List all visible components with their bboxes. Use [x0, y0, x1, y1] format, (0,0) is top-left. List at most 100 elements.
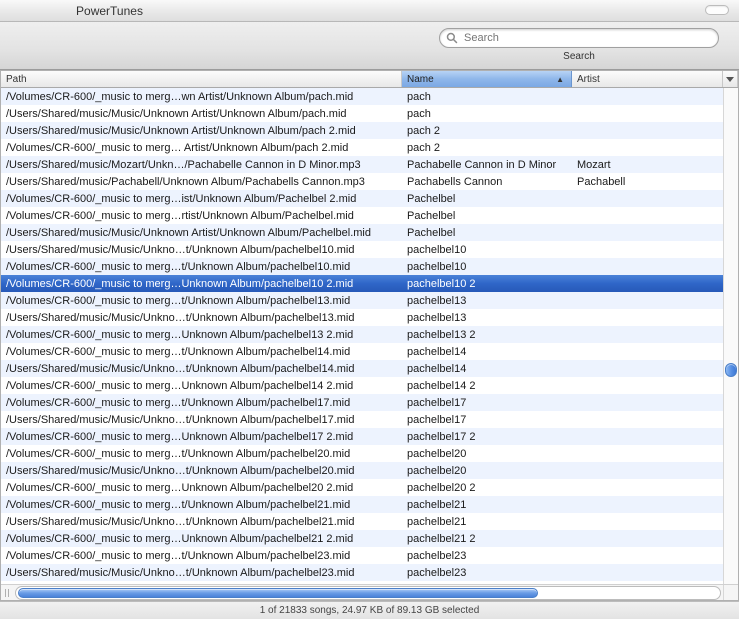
- cell-path: /Volumes/CR-600/_music to merg…Unknown A…: [1, 584, 402, 585]
- cell-path: /Volumes/CR-600/_music to merg…t/Unknown…: [1, 550, 402, 562]
- table-row[interactable]: /Volumes/CR-600/_music to merg…Unknown A…: [1, 479, 738, 496]
- table-row[interactable]: /Volumes/CR-600/_music to merg…wn Artist…: [1, 88, 738, 105]
- cell-name: pachelbel13: [402, 312, 572, 324]
- toolbar-toggle-button[interactable]: [705, 5, 729, 15]
- cell-name: pachelbel10 2: [402, 278, 572, 290]
- search-label: Search: [563, 51, 595, 62]
- cell-name: pachelbel20: [402, 448, 572, 460]
- cell-path: /Volumes/CR-600/_music to merg…t/Unknown…: [1, 346, 402, 358]
- cell-name: pachelbel23 2: [402, 584, 572, 585]
- cell-name: pachelbel21: [402, 499, 572, 511]
- table-row[interactable]: /Users/Shared/music/Music/Unknown Artist…: [1, 105, 738, 122]
- cell-path: /Users/Shared/music/Music/Unknown Artist…: [1, 125, 402, 137]
- cell-path: /Volumes/CR-600/_music to merg…t/Unknown…: [1, 295, 402, 307]
- cell-name: pachelbel20: [402, 465, 572, 477]
- column-header-name[interactable]: Name ▲: [402, 71, 572, 87]
- table-row[interactable]: /Users/Shared/music/Music/Unknown Artist…: [1, 224, 738, 241]
- cell-path: /Users/Shared/music/Music/Unknown Artist…: [1, 227, 402, 239]
- cell-name: pachelbel14: [402, 363, 572, 375]
- cell-path: /Volumes/CR-600/_music to merg…t/Unknown…: [1, 499, 402, 511]
- cell-path: /Users/Shared/music/Music/Unknown Artist…: [1, 108, 402, 120]
- scrollbar-thumb[interactable]: [725, 363, 737, 377]
- cell-path: /Volumes/CR-600/_music to merg…ist/Unkno…: [1, 193, 402, 205]
- table-row[interactable]: /Users/Shared/music/Music/Unkno…t/Unknow…: [1, 309, 738, 326]
- table-row[interactable]: /Users/Shared/music/Music/Unkno…t/Unknow…: [1, 462, 738, 479]
- cell-path: /Users/Shared/music/Music/Unkno…t/Unknow…: [1, 414, 402, 426]
- main-area: Path Name ▲ Artist /Volumes/CR-600/_musi…: [0, 70, 739, 601]
- vertical-scrollbar[interactable]: [723, 88, 738, 584]
- table-body[interactable]: /Volumes/CR-600/_music to merg…wn Artist…: [1, 88, 738, 584]
- table-row[interactable]: /Volumes/CR-600/_music to merg…t/Unknown…: [1, 292, 738, 309]
- table-row[interactable]: /Volumes/CR-600/_music to merg…Unknown A…: [1, 581, 738, 584]
- cell-name: pach 2: [402, 125, 572, 137]
- table-row[interactable]: /Volumes/CR-600/_music to merg…Unknown A…: [1, 377, 738, 394]
- table-row[interactable]: /Users/Shared/music/Music/Unkno…t/Unknow…: [1, 564, 738, 581]
- table-row[interactable]: /Volumes/CR-600/_music to merg…Unknown A…: [1, 326, 738, 343]
- pane-resize-grip[interactable]: [1, 585, 13, 600]
- cell-path: /Users/Shared/music/Mozart/Unkn…/Pachabe…: [1, 159, 402, 171]
- cell-name: pach: [402, 108, 572, 120]
- cell-name: pachelbel14 2: [402, 380, 572, 392]
- table-header: Path Name ▲ Artist: [1, 71, 738, 88]
- cell-path: /Users/Shared/music/Pachabell/Unknown Al…: [1, 176, 402, 188]
- cell-artist: Pachabell: [572, 176, 738, 188]
- table-row[interactable]: /Volumes/CR-600/_music to merg…Unknown A…: [1, 275, 738, 292]
- cell-path: /Volumes/CR-600/_music to merg…Unknown A…: [1, 329, 402, 341]
- cell-path: /Volumes/CR-600/_music to merg… Artist/U…: [1, 142, 402, 154]
- cell-path: /Users/Shared/music/Music/Unkno…t/Unknow…: [1, 516, 402, 528]
- table-row[interactable]: /Volumes/CR-600/_music to merg…t/Unknown…: [1, 258, 738, 275]
- scrollbar-thumb[interactable]: [18, 588, 538, 598]
- table-row[interactable]: /Users/Shared/music/Music/Unknown Artist…: [1, 122, 738, 139]
- column-header-artist[interactable]: Artist: [572, 71, 723, 87]
- table-row[interactable]: /Volumes/CR-600/_music to merg…ist/Unkno…: [1, 190, 738, 207]
- table-row[interactable]: /Users/Shared/music/Music/Unkno…t/Unknow…: [1, 513, 738, 530]
- cell-name: pachelbel20 2: [402, 482, 572, 494]
- search-input[interactable]: [462, 31, 712, 45]
- cell-name: pach 2: [402, 142, 572, 154]
- cell-name: pachelbel10: [402, 261, 572, 273]
- table-row[interactable]: /Volumes/CR-600/_music to merg…t/Unknown…: [1, 445, 738, 462]
- column-label: Path: [6, 74, 27, 85]
- table-row[interactable]: /Volumes/CR-600/_music to merg…t/Unknown…: [1, 547, 738, 564]
- cell-path: /Volumes/CR-600/_music to merg…t/Unknown…: [1, 261, 402, 273]
- table-row[interactable]: /Volumes/CR-600/_music to merg…Unknown A…: [1, 530, 738, 547]
- table-row[interactable]: /Users/Shared/music/Music/Unkno…t/Unknow…: [1, 411, 738, 428]
- cell-name: pachelbel13: [402, 295, 572, 307]
- status-text: 1 of 21833 songs, 24.97 KB of 89.13 GB s…: [260, 605, 480, 616]
- cell-name: Pachabelle Cannon in D Minor: [402, 159, 572, 171]
- title-bar: PowerTunes: [0, 0, 739, 22]
- sort-ascending-icon: ▲: [556, 75, 564, 84]
- table-row[interactable]: /Users/Shared/music/Music/Unkno…t/Unknow…: [1, 360, 738, 377]
- cell-path: /Users/Shared/music/Music/Unkno…t/Unknow…: [1, 465, 402, 477]
- table-row[interactable]: /Volumes/CR-600/_music to merg… Artist/U…: [1, 139, 738, 156]
- table-row[interactable]: /Users/Shared/music/Mozart/Unkn…/Pachabe…: [1, 156, 738, 173]
- cell-path: /Volumes/CR-600/_music to merg…rtist/Unk…: [1, 210, 402, 222]
- cell-name: pach: [402, 91, 572, 103]
- cell-path: /Volumes/CR-600/_music to merg…Unknown A…: [1, 533, 402, 545]
- chevron-down-icon: [726, 77, 734, 82]
- toolbar: Search: [0, 22, 739, 70]
- table-row[interactable]: /Users/Shared/music/Music/Unkno…t/Unknow…: [1, 241, 738, 258]
- column-header-path[interactable]: Path: [1, 71, 402, 87]
- search-field[interactable]: [439, 28, 719, 48]
- cell-name: pachelbel23: [402, 567, 572, 579]
- cell-path: /Volumes/CR-600/_music to merg…Unknown A…: [1, 278, 402, 290]
- cell-path: /Users/Shared/music/Music/Unkno…t/Unknow…: [1, 567, 402, 579]
- table-row[interactable]: /Volumes/CR-600/_music to merg…Unknown A…: [1, 428, 738, 445]
- table-row[interactable]: /Volumes/CR-600/_music to merg…t/Unknown…: [1, 496, 738, 513]
- songs-table: Path Name ▲ Artist /Volumes/CR-600/_musi…: [0, 70, 739, 601]
- cell-name: pachelbel17: [402, 397, 572, 409]
- cell-name: Pachelbel: [402, 193, 572, 205]
- column-picker-button[interactable]: [723, 71, 738, 87]
- table-row[interactable]: /Volumes/CR-600/_music to merg…rtist/Unk…: [1, 207, 738, 224]
- horizontal-scrollbar[interactable]: [15, 586, 721, 600]
- cell-name: pachelbel17: [402, 414, 572, 426]
- table-row[interactable]: /Volumes/CR-600/_music to merg…t/Unknown…: [1, 394, 738, 411]
- table-row[interactable]: /Volumes/CR-600/_music to merg…t/Unknown…: [1, 343, 738, 360]
- column-label: Name: [407, 74, 434, 85]
- cell-path: /Volumes/CR-600/_music to merg…t/Unknown…: [1, 448, 402, 460]
- table-row[interactable]: /Users/Shared/music/Pachabell/Unknown Al…: [1, 173, 738, 190]
- cell-path: /Users/Shared/music/Music/Unkno…t/Unknow…: [1, 363, 402, 375]
- cell-name: pachelbel21 2: [402, 533, 572, 545]
- cell-name: Pachelbel: [402, 210, 572, 222]
